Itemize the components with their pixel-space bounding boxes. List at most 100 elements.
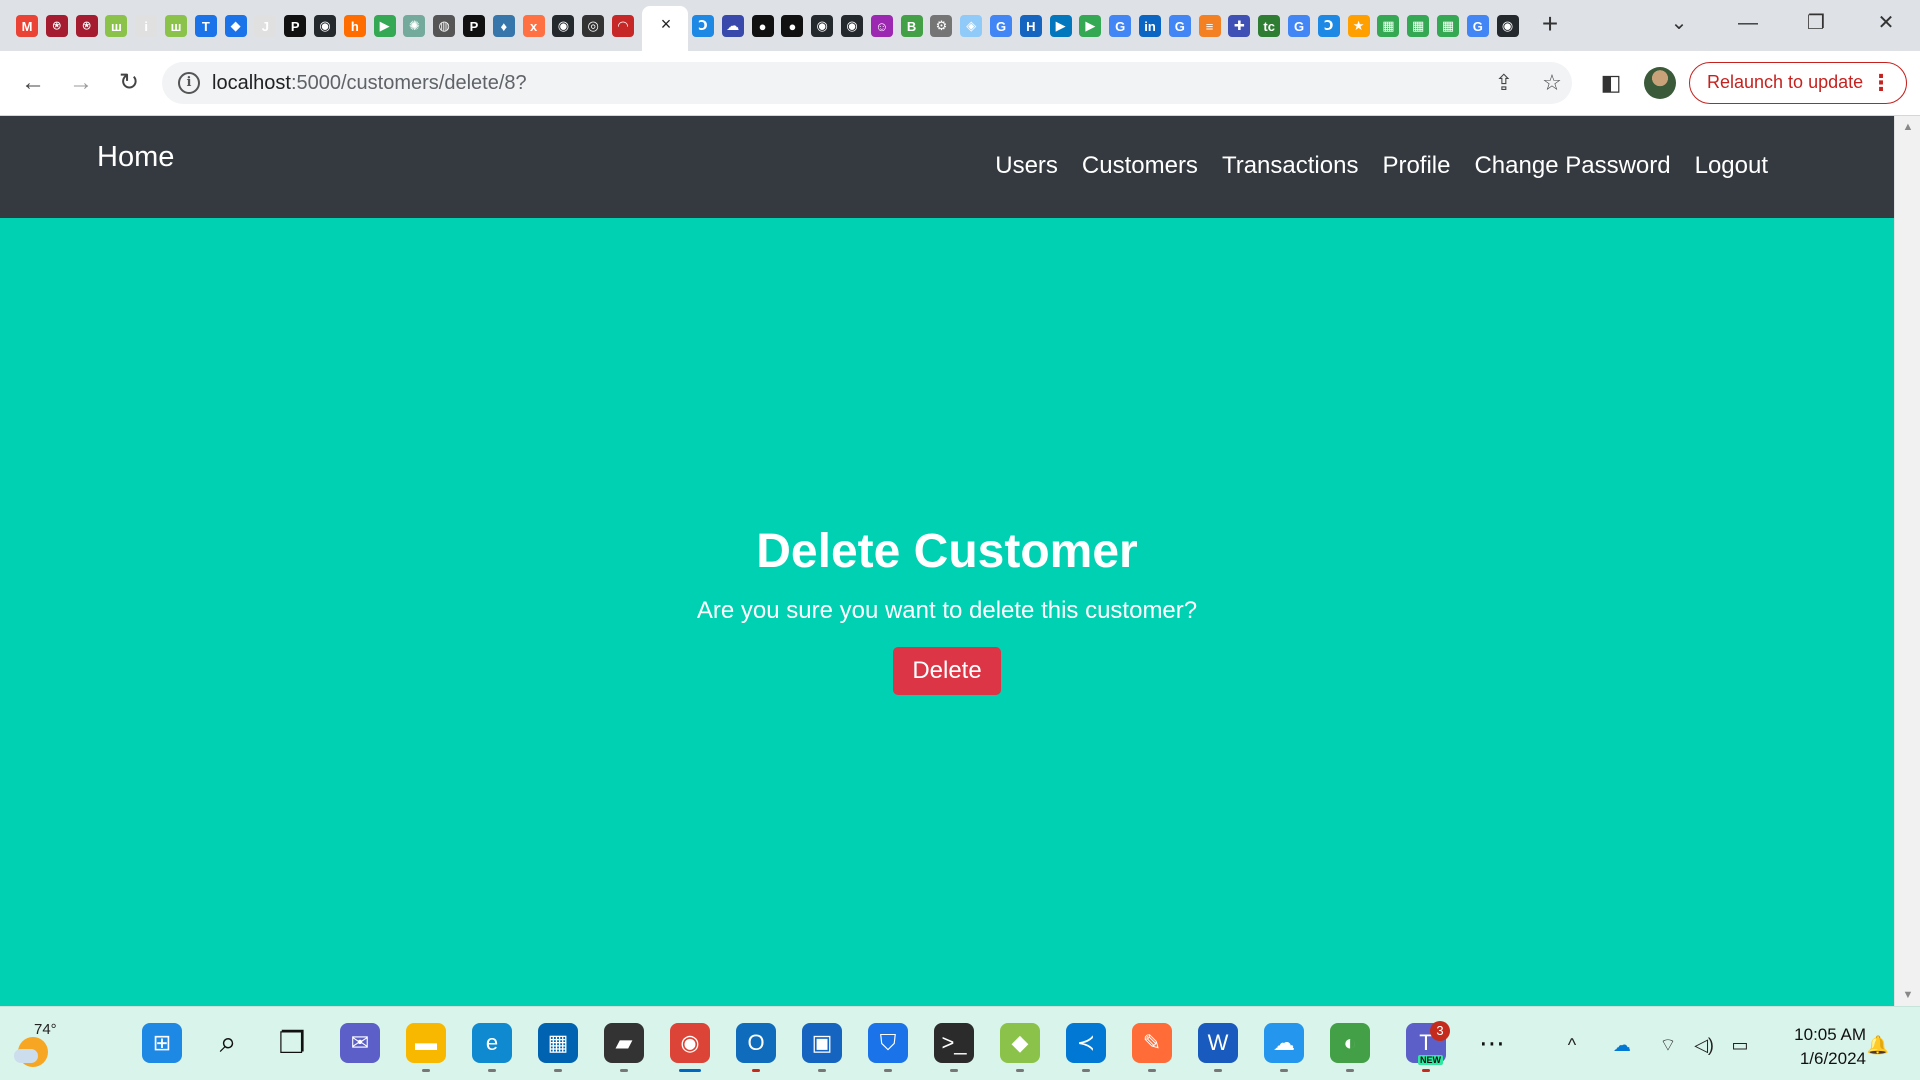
notification-icon[interactable]: 🔔 <box>1866 1033 1890 1057</box>
google-icon[interactable]: G <box>990 15 1012 37</box>
linkedin-icon[interactable]: in <box>1139 15 1161 37</box>
battery-icon[interactable]: ▭ <box>1728 1033 1752 1057</box>
file-explorer-icon[interactable]: ▬ <box>406 1023 446 1063</box>
gmail-icon[interactable]: M <box>16 15 38 37</box>
app-green2-icon[interactable]: ш <box>165 15 187 37</box>
site-info-icon[interactable]: i <box>178 72 200 94</box>
show-hidden-icons[interactable]: ^ <box>1560 1033 1584 1057</box>
t-icon[interactable]: T <box>194 15 217 37</box>
app-globe-icon[interactable]: ◐ <box>1330 1023 1370 1063</box>
close-window-button[interactable]: ✕ <box>1866 8 1906 38</box>
nav-link-profile[interactable]: Profile <box>1382 152 1450 180</box>
app-swirl2-icon[interactable]: Ↄ <box>1317 15 1340 37</box>
google2-icon[interactable]: G <box>1109 15 1132 37</box>
nav-link-change-password[interactable]: Change Password <box>1474 152 1670 180</box>
nav-link-customers[interactable]: Customers <box>1082 152 1198 180</box>
b64-icon[interactable]: B <box>900 15 923 37</box>
github5-icon[interactable]: ◉ <box>1496 15 1519 37</box>
side-panel-icon[interactable]: ◧ <box>1598 70 1624 96</box>
github4-icon[interactable]: ◉ <box>841 15 863 37</box>
gear-site-icon[interactable]: ⚙ <box>930 15 953 37</box>
app-bw-icon[interactable]: ◎ <box>582 15 605 37</box>
remote-desktop-icon[interactable]: ▣ <box>802 1023 842 1063</box>
chrome-icon[interactable]: ◉ <box>670 1023 710 1063</box>
bot-icon[interactable]: ☺ <box>870 15 893 37</box>
docker-icon[interactable]: ☁ <box>1264 1023 1304 1063</box>
app-arc-icon[interactable]: ◠ <box>612 15 634 37</box>
search-icon[interactable]: ⌕ <box>208 1023 248 1063</box>
git-icon[interactable]: ◆ <box>1000 1023 1040 1063</box>
restore-button[interactable]: ❐ <box>1796 8 1836 38</box>
p2-icon[interactable]: P <box>463 15 485 37</box>
nav-link-logout[interactable]: Logout <box>1695 152 1768 180</box>
app-red-icon[interactable]: ⍟ <box>45 15 68 37</box>
task-view-icon[interactable]: ❐ <box>272 1023 312 1063</box>
defender-icon[interactable]: ⛉ <box>868 1023 908 1063</box>
onedrive-icon[interactable]: ☁ <box>1610 1033 1634 1057</box>
app-x-icon[interactable]: x <box>522 15 545 37</box>
scroll-down-icon[interactable]: ▼ <box>1895 984 1920 1006</box>
store-icon[interactable]: ▦ <box>538 1023 578 1063</box>
bookmark-star-icon[interactable]: ☆ <box>1539 70 1565 96</box>
nav-link-users[interactable]: Users <box>995 152 1058 180</box>
new-tab-button[interactable]: + <box>1536 10 1564 39</box>
share-icon[interactable]: ⇪ <box>1491 70 1517 96</box>
j2c-icon[interactable]: J <box>254 15 277 37</box>
terminal-icon[interactable]: >_ <box>934 1023 974 1063</box>
scroll-up-icon[interactable]: ▲ <box>1895 116 1920 138</box>
outlook-icon[interactable]: O <box>736 1023 776 1063</box>
more-menu-icon[interactable]: ⋮ <box>1870 63 1892 102</box>
meet-icon[interactable]: ▶ <box>373 15 396 37</box>
video-icon[interactable]: ▶ <box>1049 15 1072 37</box>
edge-icon[interactable]: e <box>472 1023 512 1063</box>
info-site-icon[interactable]: i <box>135 15 158 37</box>
app-green-icon[interactable]: ш <box>105 15 128 37</box>
weather-widget[interactable]: 74° <box>14 1021 64 1067</box>
tc-icon[interactable]: tc <box>1258 15 1281 37</box>
clock[interactable]: 10:05 AM 1/6/2024 <box>1770 1023 1866 1071</box>
vertical-scrollbar[interactable]: ▲ ▼ <box>1894 116 1920 1006</box>
forward-button[interactable]: → <box>65 67 97 99</box>
app-puzzle-icon[interactable]: ✚ <box>1228 15 1251 37</box>
profile-avatar[interactable] <box>1644 67 1676 99</box>
google5-icon[interactable]: G <box>1466 15 1489 37</box>
sheet3-icon[interactable]: ▦ <box>1437 15 1459 37</box>
meet2-icon[interactable]: ▶ <box>1079 15 1102 37</box>
stack-icon[interactable]: ≡ <box>1198 15 1221 37</box>
sheet-icon[interactable]: ▦ <box>1377 15 1400 37</box>
app-swirl-icon[interactable]: Ↄ <box>692 15 714 37</box>
app-orange-icon[interactable]: h <box>343 15 366 37</box>
delete-button[interactable]: Delete <box>893 647 1001 695</box>
openai-icon[interactable]: ✺ <box>403 15 426 37</box>
postman-icon[interactable]: ✎ <box>1132 1023 1172 1063</box>
terminal-tool-icon[interactable]: ▰ <box>604 1023 644 1063</box>
app-red2-icon[interactable]: ⍟ <box>75 15 98 37</box>
cloud-icon[interactable]: ☁ <box>721 15 744 37</box>
github3-icon[interactable]: ◉ <box>811 15 834 37</box>
jira-icon[interactable]: ◆ <box>224 15 247 37</box>
star-site-icon[interactable]: ★ <box>1347 15 1370 37</box>
globe-icon[interactable]: ◍ <box>433 15 456 37</box>
google3-icon[interactable]: G <box>1168 15 1191 37</box>
wifi-icon[interactable]: ⌔ <box>1656 1033 1680 1057</box>
more-apps-icon[interactable]: ⋯ <box>1472 1023 1512 1063</box>
hst-icon[interactable]: H <box>1019 15 1042 37</box>
minimize-button[interactable]: — <box>1728 8 1768 38</box>
relaunch-button[interactable]: Relaunch to update ⋮ <box>1689 62 1907 104</box>
back-button[interactable]: ← <box>17 67 49 99</box>
shield-site-icon[interactable]: ◈ <box>960 15 983 37</box>
medium2-icon[interactable]: ● <box>781 15 804 37</box>
reload-button[interactable]: ↻ <box>113 67 145 99</box>
word-icon[interactable]: W <box>1198 1023 1238 1063</box>
volume-icon[interactable]: ◁) <box>1692 1033 1716 1057</box>
github-icon[interactable]: ◉ <box>314 15 336 37</box>
python-icon[interactable]: ♦ <box>492 15 515 37</box>
github2-icon[interactable]: ◉ <box>552 15 575 37</box>
sheet2-icon[interactable]: ▦ <box>1407 15 1430 37</box>
tab-close-icon[interactable]: × <box>656 14 676 34</box>
medium-icon[interactable]: ● <box>751 15 774 37</box>
tab-search-icon[interactable]: ⌄ <box>1659 8 1699 38</box>
address-bar[interactable]: i localhost:5000/customers/delete/8? ⇪ ☆ <box>162 62 1572 104</box>
nav-link-transactions[interactable]: Transactions <box>1222 152 1359 180</box>
start-icon[interactable]: ⊞ <box>142 1023 182 1063</box>
